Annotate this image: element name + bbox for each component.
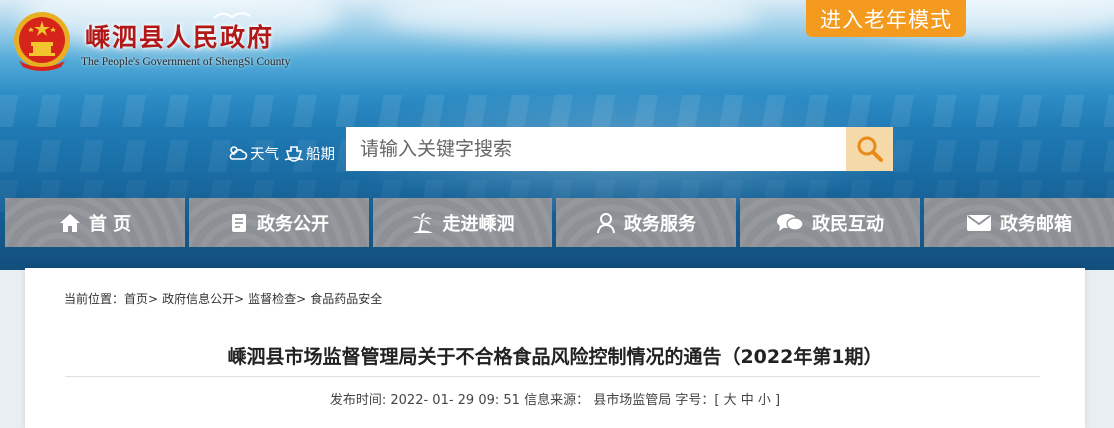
site-subtitle: The People's Government of ShengSi Count… — [81, 56, 291, 68]
home-icon — [59, 213, 80, 232]
ship-icon — [284, 146, 304, 162]
ferry-label: 船期 — [306, 146, 335, 163]
font-size-medium-button[interactable]: 中 — [741, 393, 754, 408]
source-label: 信息来源： — [519, 393, 594, 408]
main-nav: 首 页 政务公开 走进嵊泗 政务服务 政民互动 政务邮箱 — [0, 198, 1114, 247]
font-size-small-button[interactable]: 小 — [758, 393, 771, 408]
weather-label: 天气 — [250, 146, 279, 163]
breadcrumb-food-drug-safety[interactable]: 食品药品安全 — [310, 292, 382, 306]
quick-links: 天气 船期 — [227, 141, 335, 165]
nav-item-label: 首 页 — [88, 213, 132, 235]
article-title: 嵊泗县市场监督管理局关于不合格食品风险控制情况的通告（2022年第1期） — [227, 346, 883, 368]
breadcrumb-supervision[interactable]: 监督检查> — [248, 292, 306, 306]
mail-icon — [967, 214, 991, 231]
title-divider — [65, 376, 1040, 377]
search-button[interactable] — [846, 127, 893, 171]
nav-item-label: 政务邮箱 — [1000, 213, 1072, 235]
breadcrumb-home[interactable]: 首页> — [124, 292, 158, 306]
palm-tree-icon — [411, 212, 433, 233]
nav-item-gov-mailbox[interactable]: 政务邮箱 — [924, 198, 1114, 247]
seagull-icon — [213, 12, 251, 19]
nav-item-gov-services[interactable]: 政务服务 — [556, 198, 736, 247]
nav-item-home[interactable]: 首 页 — [5, 198, 185, 247]
national-emblem-icon — [14, 12, 70, 71]
nav-item-label: 政务服务 — [624, 213, 696, 235]
article-meta: 发布时间: 2022- 01- 29 09: 51 信息来源： 县市场监管局 字… — [25, 389, 1085, 408]
nav-item-about-shengsi[interactable]: 走进嵊泗 — [373, 198, 552, 247]
font-size-close: ] — [770, 393, 781, 408]
chat-icon — [777, 213, 804, 231]
article-panel: 当前位置：首页> 政府信息公开> 监督检查> 食品药品安全 嵊泗县市场监督管理局关于不… — [25, 268, 1085, 428]
font-size-label: 字号：[ — [671, 393, 724, 408]
source-value: 县市场监管局 — [593, 393, 672, 408]
nav-item-label: 政民互动 — [812, 213, 884, 235]
nav-item-label: 走进嵊泗 — [442, 213, 515, 235]
cloud-decoration — [380, 0, 760, 40]
font-size-large-button[interactable]: 大 — [724, 393, 737, 408]
site-title[interactable]: 嵊泗县人民政府 — [85, 18, 274, 54]
breadcrumb-prefix: 当前位置： — [64, 292, 125, 306]
publish-time: 2022- 01- 29 09: 51 — [390, 393, 520, 408]
weather-icon — [229, 146, 248, 160]
elder-mode-button[interactable]: 进入老年模式 — [806, 0, 966, 37]
search-icon — [857, 136, 883, 162]
wave-decoration — [0, 95, 1114, 127]
breadcrumb: 当前位置：首页> 政府信息公开> 监督检查> 食品药品安全 — [64, 290, 382, 307]
nav-item-interaction[interactable]: 政民互动 — [740, 198, 920, 247]
nav-item-label: 政务公开 — [257, 213, 329, 235]
ferry-schedule-link[interactable]: 船期 — [283, 143, 335, 164]
document-icon — [232, 213, 246, 232]
publish-label: 发布时间: — [329, 393, 391, 408]
nav-item-gov-affairs[interactable]: 政务公开 — [189, 198, 369, 247]
breadcrumb-gov-info[interactable]: 政府信息公开> — [162, 292, 244, 306]
user-icon — [597, 212, 615, 233]
weather-link[interactable]: 天气 — [227, 143, 279, 164]
search-input[interactable] — [346, 127, 846, 171]
